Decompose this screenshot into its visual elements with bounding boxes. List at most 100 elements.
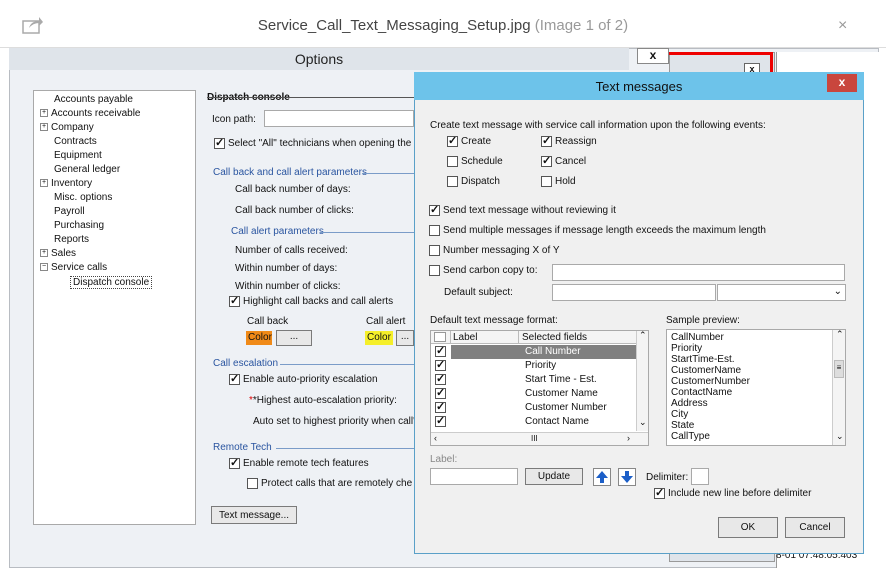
call-alert-color-button[interactable]: ... — [396, 330, 414, 346]
scroll-down-icon[interactable]: ⌄ — [639, 417, 647, 428]
tree-item-misc-options[interactable]: Misc. options — [54, 192, 112, 203]
select-all-checkbox[interactable] — [214, 136, 225, 149]
event-reassign[interactable]: Reassign — [541, 134, 597, 147]
expand-icon[interactable]: + — [40, 249, 48, 258]
carbon-copy-checkbox[interactable] — [429, 265, 440, 276]
sample-scrollbar[interactable]: ⌃ ≡ ⌄ — [832, 329, 845, 445]
event-hold[interactable]: Hold — [541, 176, 576, 187]
protect-calls-checkbox[interactable] — [247, 478, 258, 489]
scroll-up-icon[interactable]: ⌃ — [639, 331, 647, 341]
subject-field-select[interactable]: ⌄ — [717, 284, 846, 301]
cancel-checkbox[interactable] — [541, 154, 552, 167]
table-row[interactable]: Call Number — [431, 344, 636, 359]
scroll-left-icon[interactable]: ‹ — [434, 433, 437, 443]
scroll-down-icon[interactable]: ⌄ — [836, 431, 844, 442]
col-header-fields[interactable]: Selected fields — [522, 332, 587, 343]
grid-hscrollbar[interactable]: ‹ III › — [431, 432, 648, 445]
expand-icon[interactable]: + — [40, 123, 48, 132]
newline-option[interactable]: Include new line before delimiter — [654, 486, 811, 499]
select-all-option[interactable]: Select "All" technicians when opening th… — [214, 136, 411, 149]
tree-item-accounts-payable[interactable]: Accounts payable — [54, 94, 133, 105]
row-checkbox[interactable] — [435, 414, 446, 427]
send-multiple-option[interactable]: Send multiple messages if message length… — [429, 225, 766, 236]
scroll-thumb[interactable]: III — [531, 434, 538, 443]
highlight-option[interactable]: Highlight call backs and call alerts — [229, 294, 393, 307]
default-subject-input[interactable] — [552, 284, 716, 301]
tree-item-purchasing[interactable]: Purchasing — [54, 220, 104, 231]
number-messaging-checkbox[interactable] — [429, 245, 440, 256]
col-header-label[interactable]: Label — [453, 332, 477, 343]
sample-line: ContactName — [671, 387, 733, 398]
auto-priority-checkbox[interactable] — [229, 372, 240, 385]
scroll-right-icon[interactable]: › — [627, 433, 630, 443]
row-checkbox[interactable] — [435, 386, 446, 399]
tree-item-service-calls[interactable]: − Service calls — [40, 262, 107, 273]
enable-remote-checkbox[interactable] — [229, 456, 240, 469]
row-checkbox[interactable] — [435, 344, 446, 357]
collapse-icon[interactable]: − — [40, 263, 48, 272]
tree-item-contracts[interactable]: Contracts — [54, 136, 97, 147]
send-without-review-option[interactable]: Send text message without reviewing it — [429, 203, 616, 216]
tree-item-company[interactable]: + Company — [40, 122, 94, 133]
event-cancel[interactable]: Cancel — [541, 154, 586, 167]
row-checkbox[interactable] — [435, 358, 446, 371]
tree-item-equipment[interactable]: Equipment — [54, 150, 102, 161]
newline-checkbox[interactable] — [654, 486, 665, 499]
tree-item-reports[interactable]: Reports — [54, 234, 89, 245]
tree-item-inventory[interactable]: + Inventory — [40, 178, 92, 189]
scroll-thumb-icon[interactable]: ≡ — [834, 360, 844, 378]
table-row[interactable]: Start Time - Est. — [431, 372, 636, 387]
tree-item-general-ledger[interactable]: General ledger — [54, 164, 120, 175]
dispatch-checkbox[interactable] — [447, 176, 458, 187]
move-up-button[interactable] — [593, 468, 611, 486]
create-checkbox[interactable] — [447, 134, 458, 147]
number-messaging-option[interactable]: Number messaging X of Y — [429, 245, 560, 256]
table-row[interactable]: Contact Name — [431, 414, 636, 429]
row-checkbox[interactable] — [435, 372, 446, 385]
protect-calls-option[interactable]: Protect calls that are remotely che — [247, 478, 414, 489]
reassign-checkbox[interactable] — [541, 134, 552, 147]
carbon-copy-option[interactable]: Send carbon copy to: — [429, 265, 538, 276]
ok-button[interactable]: OK — [718, 517, 778, 538]
send-without-review-checkbox[interactable] — [429, 203, 440, 216]
viewer-close-button[interactable]: × — [838, 17, 847, 35]
hold-checkbox[interactable] — [541, 176, 552, 187]
table-row[interactable]: Priority — [431, 358, 636, 373]
delimiter-input[interactable] — [691, 468, 709, 485]
call-back-color-button[interactable]: ... — [276, 330, 312, 346]
highlight-checkbox[interactable] — [229, 294, 240, 307]
sample-preview: CallNumber Priority StartTime-Est. Custo… — [666, 329, 846, 446]
update-button[interactable]: Update — [525, 468, 583, 485]
table-row[interactable]: Customer Number — [431, 400, 636, 415]
sample-line: CustomerNumber — [671, 376, 750, 387]
event-create[interactable]: Create — [447, 134, 491, 147]
text-messages-close-button[interactable]: x — [827, 74, 857, 92]
label-input[interactable] — [430, 468, 518, 485]
icon-path-input[interactable] — [264, 110, 414, 127]
event-dispatch[interactable]: Dispatch — [447, 176, 500, 187]
auto-priority-option[interactable]: Enable auto-priority escalation — [229, 372, 378, 385]
field-name: Customer Number — [525, 402, 607, 413]
tree-item-accounts-receivable[interactable]: + Accounts receivable — [40, 108, 141, 119]
tree-item-payroll[interactable]: Payroll — [54, 206, 85, 217]
grid-vscrollbar[interactable]: ⌃ ⌄ — [636, 331, 648, 431]
table-row[interactable]: Customer Name — [431, 386, 636, 401]
escalation-group-title: Call escalation — [213, 358, 279, 369]
image-counter: (Image 1 of 2) — [534, 17, 629, 34]
expand-icon[interactable]: + — [40, 179, 48, 188]
enable-remote-option[interactable]: Enable remote tech features — [229, 456, 369, 469]
carbon-copy-input[interactable] — [552, 264, 845, 281]
move-down-button[interactable] — [618, 468, 636, 486]
schedule-checkbox[interactable] — [447, 156, 458, 167]
fields-grid[interactable]: Label Selected fields Call Number Priori… — [430, 330, 649, 446]
event-schedule[interactable]: Schedule — [447, 156, 503, 167]
tree-item-sales[interactable]: + Sales — [40, 248, 76, 259]
send-multiple-checkbox[interactable] — [429, 225, 440, 236]
cancel-button[interactable]: Cancel — [785, 517, 845, 538]
tree-item-dispatch-console[interactable]: Dispatch console — [70, 276, 153, 289]
options-close-button[interactable]: x — [637, 48, 669, 64]
text-message-button[interactable]: Text message... — [211, 506, 297, 524]
expand-icon[interactable]: + — [40, 109, 48, 118]
scroll-up-icon[interactable]: ⌃ — [836, 329, 844, 340]
row-checkbox[interactable] — [435, 400, 446, 413]
